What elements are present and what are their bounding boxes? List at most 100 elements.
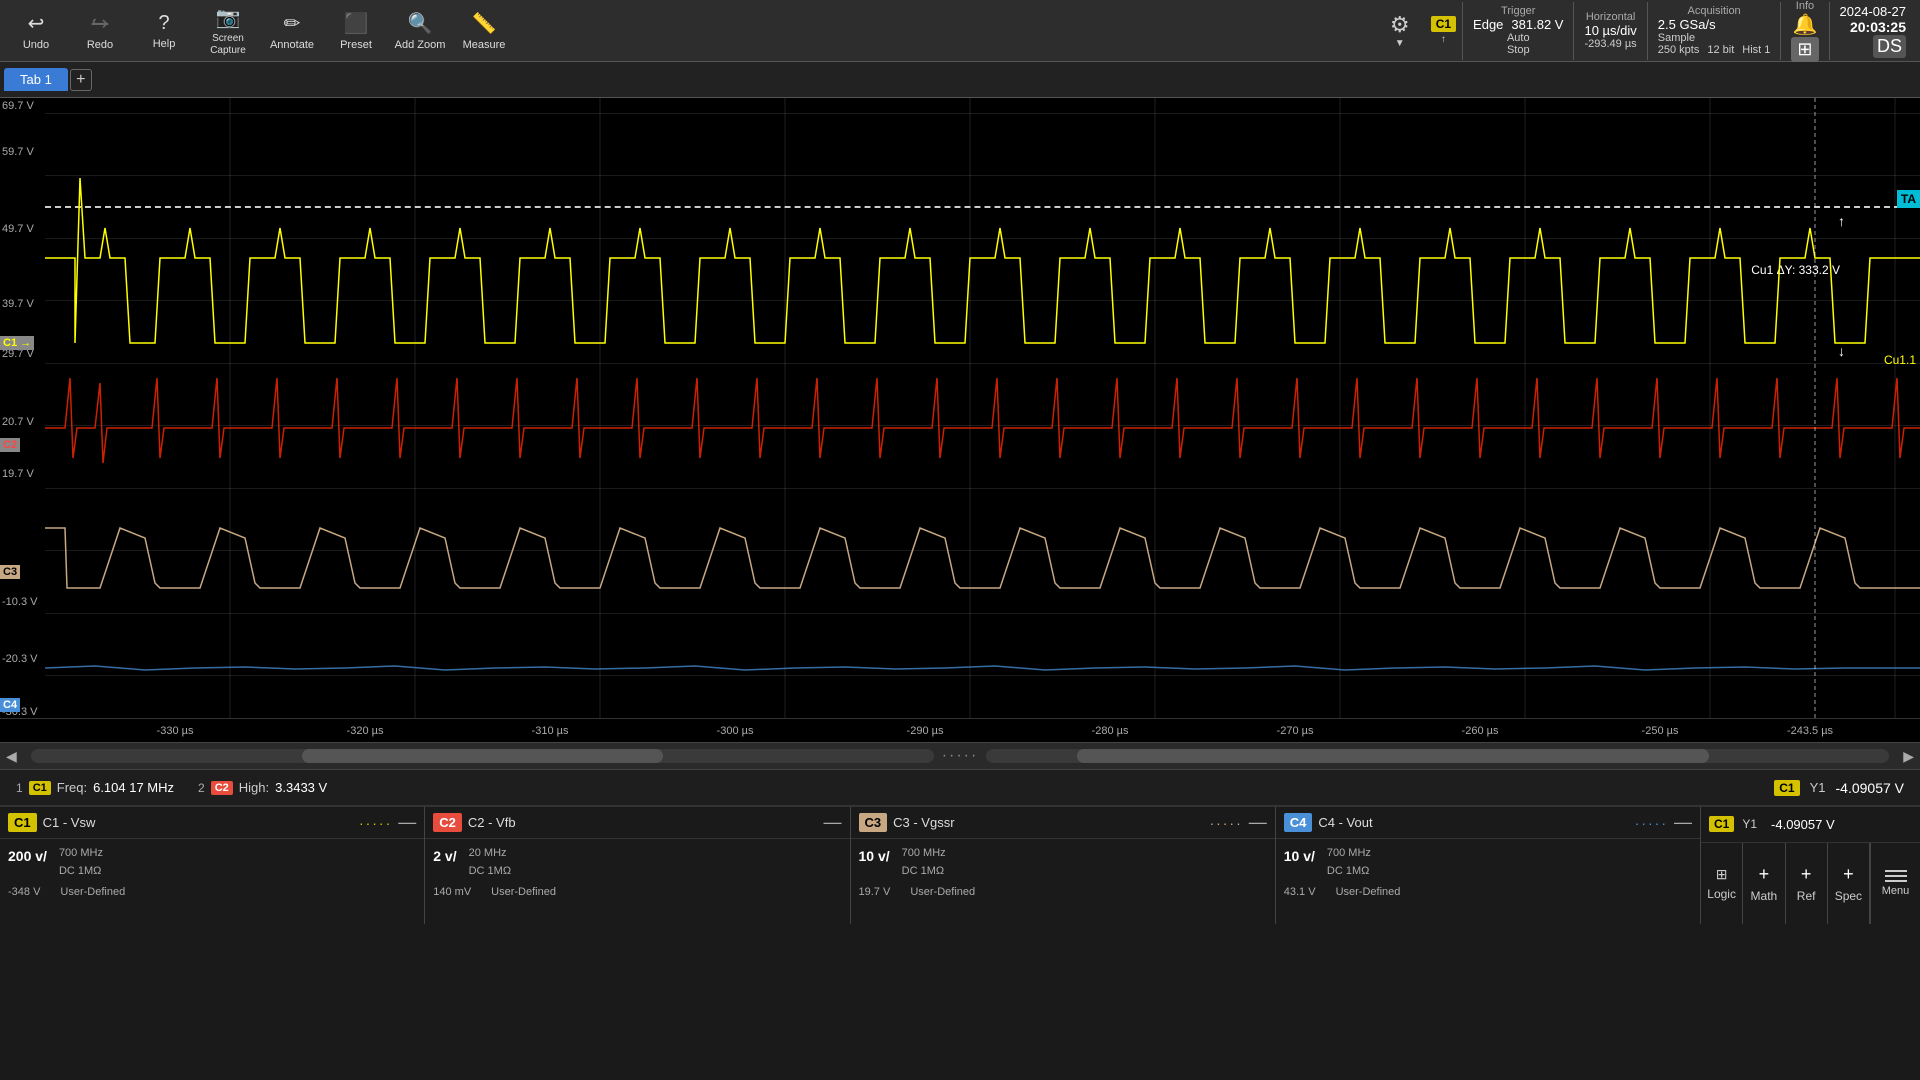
redo-icon: ↪ — [92, 11, 109, 36]
c1-channel-marker: C1 → — [0, 336, 34, 350]
channel-4-body: 10 v/ 700 MHz DC 1MΩ 43.1 V User-Defined — [1276, 839, 1700, 908]
preset-button[interactable]: ⬛ Preset — [324, 2, 388, 60]
y-label-207: 20.7 V — [2, 416, 34, 428]
chevron-down-icon: ▼ — [1395, 38, 1405, 49]
y-label-497: 49.7 V — [2, 223, 34, 235]
scroll-track[interactable] — [31, 749, 934, 763]
c4-signal-label: C4 - Vout — [1318, 815, 1628, 830]
channel-3-body: 10 v/ 700 MHz DC 1MΩ 19.7 V User-Defined — [851, 839, 1275, 908]
right-panel: C1 Y1 -4.09057 V ⊞ Logic + Math + Ref + … — [1700, 807, 1920, 924]
channel-4-panel: C4 C4 - Vout ····· — 10 v/ 700 MHz DC 1M… — [1276, 807, 1700, 924]
ref-label: Ref — [1797, 889, 1816, 903]
help-button[interactable]: ? Help — [132, 2, 196, 60]
add-zoom-button[interactable]: 🔍 Add Zoom — [388, 2, 452, 60]
c4-channel-marker: C4 — [0, 698, 20, 712]
add-tab-button[interactable]: + — [70, 69, 92, 91]
camera-icon: 📷 — [216, 5, 241, 30]
redo-button[interactable]: ↪ Redo — [68, 2, 132, 60]
x-label-300: -300 µs — [717, 725, 754, 737]
channel-3-panel: C3 C3 - Vgssr ····· — 10 v/ 700 MHz DC 1… — [851, 807, 1276, 924]
scrollbar-area: ◀ ····· ▶ — [0, 742, 1920, 770]
c4-minimize-button[interactable]: — — [1674, 812, 1692, 833]
channel-4-header[interactable]: C4 C4 - Vout ····· — — [1276, 807, 1700, 839]
c2-badge: C2 — [433, 813, 462, 832]
scroll-right-button[interactable]: ▶ — [1897, 748, 1920, 765]
menu-label: Menu — [1882, 885, 1910, 897]
c2-minimize-button[interactable]: — — [824, 812, 842, 833]
datetime-block: 2024-08-27 20:03:25 DS — [1829, 2, 1917, 60]
logic-label: Logic — [1707, 887, 1736, 901]
right-measure-top: C1 Y1 -4.09057 V — [1701, 807, 1920, 843]
scroll-handle[interactable] — [302, 749, 663, 763]
channel-3-header[interactable]: C3 C3 - Vgssr ····· — — [851, 807, 1275, 839]
y-label-597: 59.7 V — [2, 146, 34, 158]
trigger-arrow-icon: ↑ — [1441, 34, 1446, 45]
c2-signal-label: C2 - Vfb — [468, 815, 818, 830]
measure-icon: 📏 — [472, 11, 497, 36]
measure-item-1: 1 C1 Freq: 6.104 17 MHz — [16, 780, 174, 795]
x-label-320: -320 µs — [347, 725, 384, 737]
x-label-250: -250 µs — [1642, 725, 1679, 737]
scroll-track-right[interactable] — [986, 749, 1889, 763]
y-label-697: 69.7 V — [2, 100, 34, 112]
y1-value: -4.09057 V — [1771, 817, 1835, 832]
math-plus-icon: + — [1759, 864, 1770, 885]
ref-button[interactable]: + Ref — [1786, 843, 1828, 924]
channel-1-header[interactable]: C1 C1 - Vsw ····· — — [0, 807, 424, 839]
y-label-n203: -20.3 V — [2, 653, 37, 665]
channel-1-panel: C1 C1 - Vsw ····· — 200 v/ 700 MHz DC 1M… — [0, 807, 425, 924]
tabbar: Tab 1 + — [0, 62, 1920, 98]
toolbar: ↩ Undo ↪ Redo ? Help 📷 ScreenCapture ✏ A… — [0, 0, 1920, 62]
c1-top-badge: C1 — [1709, 816, 1734, 832]
tab-1[interactable]: Tab 1 — [4, 68, 68, 91]
c1-minimize-button[interactable]: — — [398, 812, 416, 833]
c1-badge: C1 — [8, 813, 37, 832]
info-block: Info 🔔 ⊞ — [1780, 2, 1828, 60]
gear-icon: ⚙ — [1390, 12, 1410, 38]
x-label-330: -330 µs — [157, 725, 194, 737]
spec-plus-icon: + — [1843, 864, 1854, 885]
menu-lines-icon — [1885, 870, 1907, 882]
logic-icon: ⊞ — [1716, 866, 1728, 883]
ref-plus-icon: + — [1801, 864, 1812, 885]
horizontal-block: Horizontal 10 µs/div -293.49 µs — [1573, 2, 1646, 60]
screen-capture-button[interactable]: 📷 ScreenCapture — [196, 2, 260, 60]
y-label-197: 19.7 V — [2, 468, 34, 480]
ds-icon: DS — [1873, 35, 1906, 58]
pencil-icon: ✏ — [284, 11, 301, 36]
help-icon: ? — [158, 12, 169, 35]
x-label-290: -290 µs — [907, 725, 944, 737]
measure-item-2: 2 C2 High: 3.3433 V — [198, 780, 327, 795]
logic-button[interactable]: ⊞ Logic — [1701, 843, 1743, 924]
c3-badge: C3 — [859, 813, 888, 832]
annotate-button[interactable]: ✏ Annotate — [260, 2, 324, 60]
x-label-2435: -243.5 µs — [1787, 725, 1833, 737]
y-label-n103: -10.3 V — [2, 596, 37, 608]
y-label-397: 39.7 V — [2, 298, 34, 310]
c4-badge: C4 — [1284, 813, 1313, 832]
scroll-left-button[interactable]: ◀ — [0, 748, 23, 765]
spec-button[interactable]: + Spec — [1828, 843, 1870, 924]
scroll-center-dots: ····· — [942, 747, 979, 765]
c3-minimize-button[interactable]: — — [1249, 812, 1267, 833]
c3-channel-marker: C3 — [0, 565, 20, 579]
scroll-handle-right[interactable] — [1077, 749, 1709, 763]
measure-button[interactable]: 📏 Measure — [452, 2, 516, 60]
settings-gear[interactable]: ⚙ ▼ — [1375, 2, 1425, 60]
acquisition-block: Acquisition 2.5 GSa/s Sample 250 kpts 12… — [1647, 2, 1781, 60]
measurement-bar: 1 C1 Freq: 6.104 17 MHz 2 C2 High: 3.343… — [0, 770, 1920, 806]
c1-trigger-badge: C1 ↑ — [1425, 16, 1462, 45]
channel-2-body: 2 v/ 20 MHz DC 1MΩ 140 mV User-Defined — [425, 839, 849, 908]
spec-label: Spec — [1835, 889, 1862, 903]
math-button[interactable]: + Math — [1743, 843, 1785, 924]
c3-dots: ····· — [1209, 815, 1242, 831]
x-label-260: -260 µs — [1462, 725, 1499, 737]
undo-button[interactable]: ↩ Undo — [4, 2, 68, 60]
channel-row: C1 C1 - Vsw ····· — 200 v/ 700 MHz DC 1M… — [0, 806, 1920, 924]
c1-signal-label: C1 - Vsw — [43, 815, 353, 830]
c3-signal-label: C3 - Vgssr — [893, 815, 1203, 830]
x-axis: -330 µs -320 µs -310 µs -300 µs -290 µs … — [0, 718, 1920, 742]
menu-button[interactable]: Menu — [1870, 843, 1920, 924]
preset-icon: ⬛ — [344, 11, 369, 36]
channel-2-header[interactable]: C2 C2 - Vfb — — [425, 807, 849, 839]
